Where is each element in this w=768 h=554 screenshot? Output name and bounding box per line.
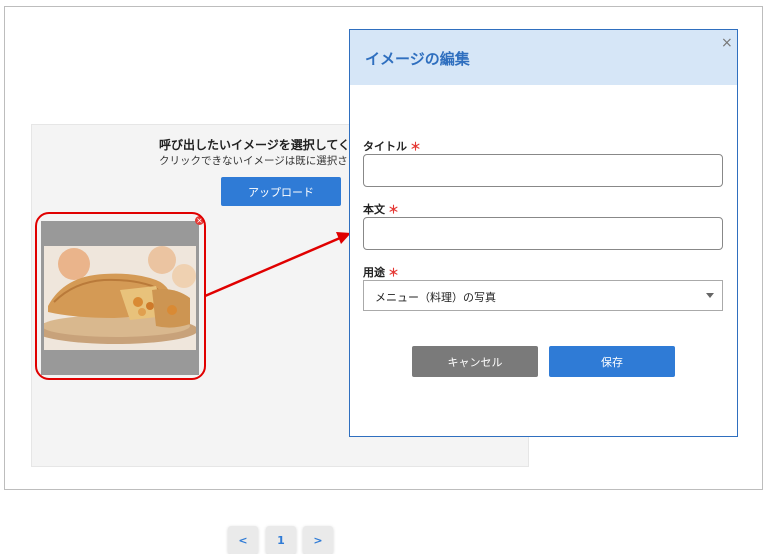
usage-select-value: メニュー（料理）の写真 xyxy=(375,291,496,304)
edit-image-dialog: イメージの編集 × タイトル＊ 本文＊ 用途＊ メニュー（料理）の写真 キャンセ… xyxy=(349,29,738,437)
body-field-label: 本文＊ xyxy=(363,201,399,217)
body-input[interactable] xyxy=(363,217,723,250)
body-label-text: 本文 xyxy=(363,203,385,216)
required-mark: ＊ xyxy=(410,140,421,153)
title-label-text: タイトル xyxy=(363,140,407,153)
required-mark: ＊ xyxy=(388,203,399,216)
next-page-button[interactable]: > xyxy=(303,526,333,554)
chevron-down-icon xyxy=(706,293,714,298)
close-icon[interactable]: × xyxy=(721,35,733,51)
prev-page-button[interactable]: < xyxy=(228,526,258,554)
usage-field-label: 用途＊ xyxy=(363,264,399,280)
dialog-title: イメージの編集 xyxy=(365,50,470,68)
usage-label-text: 用途 xyxy=(363,266,385,279)
dialog-header: イメージの編集 xyxy=(350,30,737,85)
title-input[interactable] xyxy=(363,154,723,187)
title-field-label: タイトル＊ xyxy=(363,138,421,154)
cancel-button[interactable]: キャンセル xyxy=(412,346,538,377)
save-button[interactable]: 保存 xyxy=(549,346,675,377)
page-number-button[interactable]: 1 xyxy=(266,526,296,554)
required-mark: ＊ xyxy=(388,266,399,279)
usage-select[interactable]: メニュー（料理）の写真 xyxy=(363,280,723,311)
